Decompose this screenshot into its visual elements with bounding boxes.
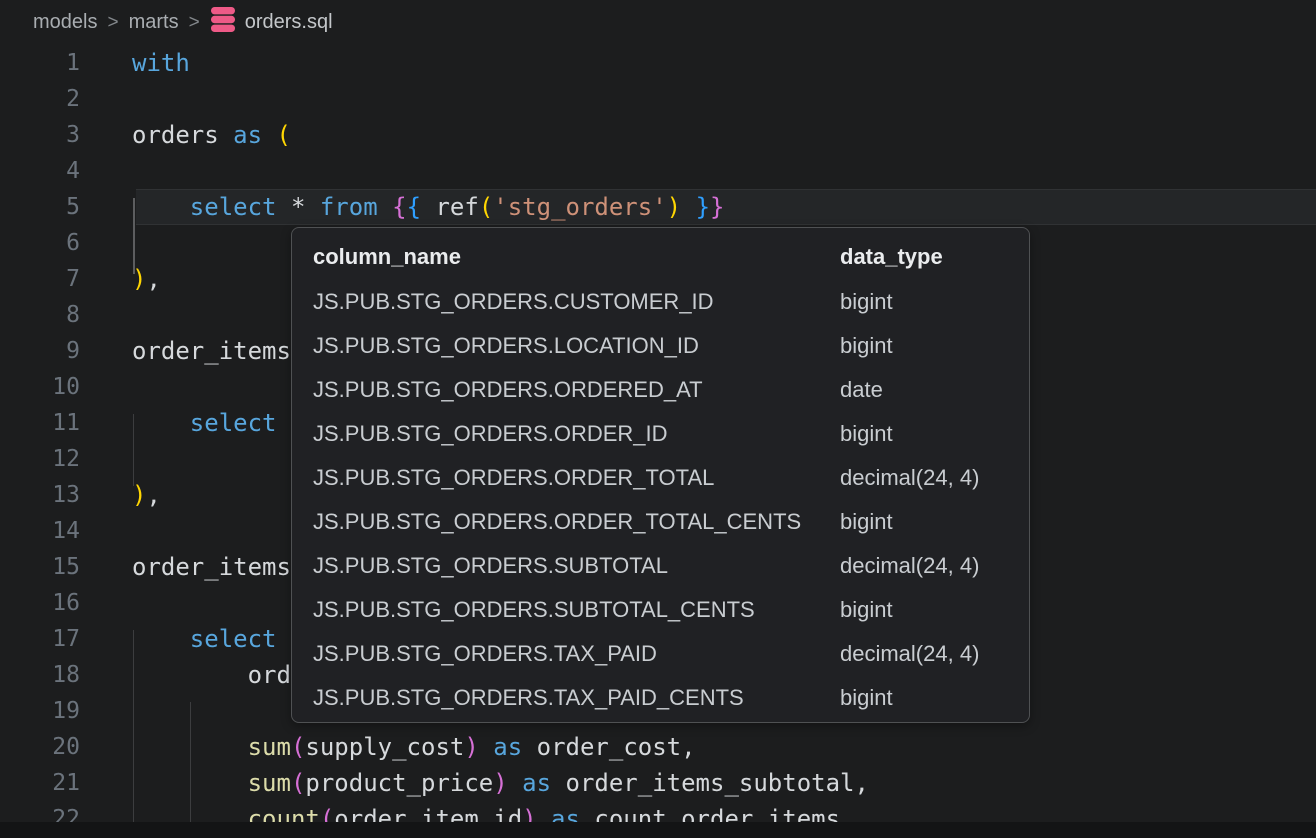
line-number: 7 bbox=[0, 261, 80, 297]
popup-row: JS.PUB.STG_ORDERS.ORDERED_ATdate bbox=[292, 368, 1029, 412]
editor-bottom-edge bbox=[0, 822, 1316, 838]
line-number: 13 bbox=[0, 477, 80, 513]
popup-row: JS.PUB.STG_ORDERS.TAX_PAIDdecimal(24, 4) bbox=[292, 632, 1029, 676]
code-line-5[interactable]: 5 select * from {{ ref('stg_orders') }} bbox=[0, 189, 1316, 225]
line-number: 21 bbox=[0, 765, 80, 801]
code-line-20[interactable]: 20 sum(supply_cost) as order_cost, bbox=[0, 729, 1316, 765]
line-number: 4 bbox=[0, 153, 80, 189]
code-text: orders as ( bbox=[132, 121, 291, 149]
line-number: 11 bbox=[0, 405, 80, 441]
database-icon bbox=[210, 6, 236, 39]
code-text: with bbox=[132, 49, 190, 77]
popup-cell-column-name: JS.PUB.STG_ORDERS.SUBTOTAL_CENTS bbox=[313, 597, 840, 623]
code-line-4[interactable]: 4 bbox=[0, 153, 1316, 189]
popup-cell-column-name: JS.PUB.STG_ORDERS.ORDERED_AT bbox=[313, 377, 840, 403]
popup-header-row: column_name data_type bbox=[292, 234, 1029, 280]
popup-header-column-name: column_name bbox=[313, 244, 840, 270]
line-number: 5 bbox=[0, 189, 80, 225]
popup-cell-column-name: JS.PUB.STG_ORDERS.TAX_PAID_CENTS bbox=[313, 685, 840, 711]
line-number: 16 bbox=[0, 585, 80, 621]
popup-row: JS.PUB.STG_ORDERS.LOCATION_IDbigint bbox=[292, 324, 1029, 368]
popup-cell-data-type: bigint bbox=[840, 289, 1029, 315]
code-line-21[interactable]: 21 sum(product_price) as order_items_sub… bbox=[0, 765, 1316, 801]
popup-cell-data-type: decimal(24, 4) bbox=[840, 465, 1029, 491]
popup-cell-column-name: JS.PUB.STG_ORDERS.CUSTOMER_ID bbox=[313, 289, 840, 315]
line-number: 2 bbox=[0, 81, 80, 117]
breadcrumb-separator: > bbox=[189, 12, 200, 34]
popup-row: JS.PUB.STG_ORDERS.CUSTOMER_IDbigint bbox=[292, 280, 1029, 324]
line-number: 19 bbox=[0, 693, 80, 729]
popup-row: JS.PUB.STG_ORDERS.ORDER_TOTALdecimal(24,… bbox=[292, 456, 1029, 500]
popup-cell-column-name: JS.PUB.STG_ORDERS.LOCATION_ID bbox=[313, 333, 840, 359]
popup-row: JS.PUB.STG_ORDERS.SUBTOTALdecimal(24, 4) bbox=[292, 544, 1029, 588]
popup-header-data-type: data_type bbox=[840, 244, 1029, 270]
line-number: 8 bbox=[0, 297, 80, 333]
popup-cell-column-name: JS.PUB.STG_ORDERS.ORDER_ID bbox=[313, 421, 840, 447]
code-text: ), bbox=[132, 265, 161, 293]
line-number: 12 bbox=[0, 441, 80, 477]
code-text: ), bbox=[132, 481, 161, 509]
popup-rows: JS.PUB.STG_ORDERS.CUSTOMER_IDbigintJS.PU… bbox=[292, 280, 1029, 720]
line-number: 14 bbox=[0, 513, 80, 549]
breadcrumb-item-models[interactable]: models bbox=[33, 11, 97, 34]
popup-cell-data-type: bigint bbox=[840, 333, 1029, 359]
popup-cell-data-type: date bbox=[840, 377, 1029, 403]
popup-cell-column-name: JS.PUB.STG_ORDERS.TAX_PAID bbox=[313, 641, 840, 667]
editor-screen: models > marts > orders.sql 1 with 23 order… bbox=[0, 0, 1316, 838]
code-text: sum(supply_cost) as order_cost, bbox=[132, 733, 696, 761]
popup-row: JS.PUB.STG_ORDERS.ORDER_IDbigint bbox=[292, 412, 1029, 456]
line-number: 6 bbox=[0, 225, 80, 261]
code-line-2[interactable]: 2 bbox=[0, 81, 1316, 117]
code-text: select bbox=[132, 625, 277, 653]
line-number: 15 bbox=[0, 549, 80, 585]
popup-row: JS.PUB.STG_ORDERS.SUBTOTAL_CENTSbigint bbox=[292, 588, 1029, 632]
line-number: 20 bbox=[0, 729, 80, 765]
line-number: 17 bbox=[0, 621, 80, 657]
breadcrumb: models > marts > orders.sql bbox=[0, 0, 1316, 45]
popup-cell-column-name: JS.PUB.STG_ORDERS.ORDER_TOTAL_CENTS bbox=[313, 509, 840, 535]
code-line-1[interactable]: 1 with bbox=[0, 45, 1316, 81]
popup-cell-data-type: decimal(24, 4) bbox=[840, 553, 1029, 579]
popup-cell-column-name: JS.PUB.STG_ORDERS.ORDER_TOTAL bbox=[313, 465, 840, 491]
breadcrumb-separator: > bbox=[107, 12, 118, 34]
code-line-3[interactable]: 3 orders as ( bbox=[0, 117, 1316, 153]
line-number: 1 bbox=[0, 45, 80, 81]
code-text: sum(product_price) as order_items_subtot… bbox=[132, 769, 869, 797]
breadcrumb-item-marts[interactable]: marts bbox=[129, 11, 179, 34]
column-info-popup: column_name data_type JS.PUB.STG_ORDERS.… bbox=[291, 227, 1030, 723]
line-number: 3 bbox=[0, 117, 80, 153]
popup-cell-data-type: bigint bbox=[840, 421, 1029, 447]
code-text: select * from {{ ref('stg_orders') }} bbox=[132, 193, 724, 221]
line-number: 10 bbox=[0, 369, 80, 405]
breadcrumb-file-name: orders.sql bbox=[245, 11, 333, 34]
popup-row: JS.PUB.STG_ORDERS.ORDER_TOTAL_CENTSbigin… bbox=[292, 500, 1029, 544]
popup-cell-data-type: bigint bbox=[840, 509, 1029, 535]
breadcrumb-item-file[interactable]: orders.sql bbox=[210, 6, 333, 39]
popup-cell-data-type: bigint bbox=[840, 685, 1029, 711]
popup-cell-data-type: bigint bbox=[840, 597, 1029, 623]
popup-cell-data-type: decimal(24, 4) bbox=[840, 641, 1029, 667]
popup-row: JS.PUB.STG_ORDERS.TAX_PAID_CENTSbigint bbox=[292, 676, 1029, 720]
line-number: 18 bbox=[0, 657, 80, 693]
popup-cell-column-name: JS.PUB.STG_ORDERS.SUBTOTAL bbox=[313, 553, 840, 579]
line-number: 9 bbox=[0, 333, 80, 369]
